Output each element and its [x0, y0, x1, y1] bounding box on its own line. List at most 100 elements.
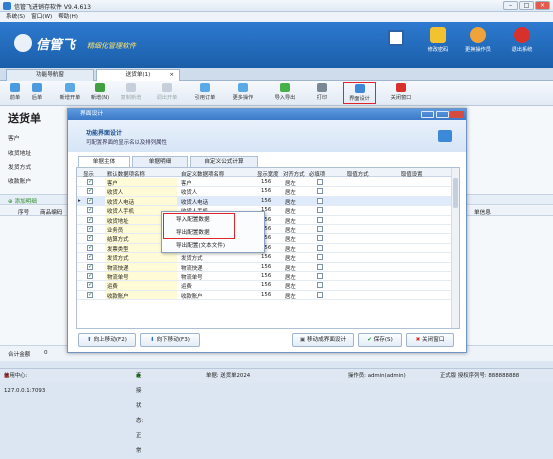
field-row[interactable]: ▸ 收货人电话 收货人电话 156 居左: [77, 196, 459, 207]
save-button[interactable]: ✔ 保存(S): [358, 333, 402, 347]
window-list-icon[interactable]: [388, 30, 404, 46]
call-out-button[interactable]: 调出开单: [152, 83, 182, 101]
move-up-button[interactable]: ⬆ 向上移动(F2): [78, 333, 136, 347]
new-order-button[interactable]: 新增开单: [56, 83, 84, 101]
required-checkbox[interactable]: [317, 263, 323, 270]
custom-name-cell[interactable]: 收货人: [181, 188, 197, 196]
field-row[interactable]: 物流单号 物流单号 156 居左: [77, 272, 459, 282]
tab-doc-detail[interactable]: 单据明细: [132, 156, 188, 167]
print-button[interactable]: 打印: [312, 83, 332, 101]
close-window-button[interactable]: 关闭窗口: [386, 83, 416, 101]
exit-system-button[interactable]: 退出系统: [504, 27, 540, 53]
reference-order-button[interactable]: 引用订单: [190, 83, 220, 101]
field-row[interactable]: 客户 客户 156 居左: [77, 178, 459, 188]
align-cell[interactable]: 居左: [285, 179, 296, 187]
align-cell[interactable]: 居左: [285, 273, 296, 281]
align-cell[interactable]: 居左: [285, 245, 296, 253]
dialog-close-window-button[interactable]: ✖ 关闭窗口: [406, 333, 454, 347]
field-row[interactable]: 运费 运费 156 居左: [77, 281, 459, 291]
new-button[interactable]: 新增(N): [86, 83, 114, 101]
width-cell[interactable]: 156: [261, 188, 271, 194]
custom-name-cell[interactable]: 客户: [181, 179, 192, 187]
custom-name-cell[interactable]: 物流快递: [181, 264, 203, 272]
field-row[interactable]: 收款账户 收款账户 156 居左: [77, 290, 459, 301]
interface-design-button[interactable]: 界面设计: [343, 82, 376, 104]
field-row[interactable]: 发票类型发票类型156居左: [77, 243, 459, 254]
tab-custom-formula[interactable]: 自定义公式计算: [190, 156, 258, 167]
field-row[interactable]: 收货人 收货人 156 居左: [77, 187, 459, 197]
width-cell[interactable]: 156: [261, 179, 271, 185]
align-cell[interactable]: 居左: [285, 292, 296, 300]
width-cell[interactable]: 156: [261, 198, 271, 204]
dialog-close-button[interactable]: [450, 111, 464, 118]
table-scrollbar[interactable]: [451, 168, 459, 328]
show-checkbox[interactable]: [87, 253, 93, 261]
align-cell[interactable]: 居左: [285, 207, 296, 215]
width-cell[interactable]: 156: [261, 254, 271, 260]
show-checkbox[interactable]: [87, 206, 93, 214]
required-checkbox[interactable]: [317, 282, 323, 289]
required-checkbox[interactable]: [317, 179, 323, 185]
custom-name-cell[interactable]: 运费: [181, 282, 192, 290]
add-detail-button[interactable]: ⊕ 添加明细: [8, 197, 37, 205]
required-checkbox[interactable]: [317, 291, 323, 298]
custom-name-cell[interactable]: 发货方式: [181, 254, 203, 262]
align-cell[interactable]: 居左: [285, 254, 296, 262]
width-cell[interactable]: 156: [261, 264, 271, 270]
tab-doc-main[interactable]: 单据主体: [78, 156, 130, 167]
custom-name-cell[interactable]: 收款账户: [181, 292, 203, 300]
show-checkbox[interactable]: [87, 272, 93, 279]
show-checkbox[interactable]: [87, 197, 93, 204]
show-checkbox[interactable]: [87, 281, 93, 289]
dialog-maximize-button[interactable]: [436, 111, 449, 118]
show-checkbox[interactable]: [87, 187, 93, 195]
change-operator-button[interactable]: 更换操作员: [460, 27, 496, 53]
menu-system[interactable]: 系统(S): [6, 12, 25, 22]
required-checkbox[interactable]: [317, 244, 323, 251]
prev-doc-button[interactable]: 前单: [6, 83, 24, 101]
align-cell[interactable]: 居左: [285, 264, 296, 272]
required-checkbox[interactable]: [317, 273, 323, 279]
align-cell[interactable]: 居左: [285, 198, 296, 206]
field-row[interactable]: 结算方式结算方式156居左: [77, 234, 459, 244]
tab-navigation[interactable]: 功能导航窗: [6, 69, 94, 81]
tab-delivery-note[interactable]: 送货单(1) ×: [96, 69, 180, 81]
field-row[interactable]: 收货地址收货地址156居左: [77, 215, 459, 225]
required-checkbox[interactable]: [317, 235, 323, 242]
align-cell[interactable]: 居左: [285, 188, 296, 196]
field-row[interactable]: 发货方式 发货方式 156 居左: [77, 253, 459, 263]
custom-name-cell[interactable]: 收货人电话: [181, 198, 208, 206]
dialog-minimize-button[interactable]: [421, 111, 434, 118]
close-button[interactable]: ×: [535, 1, 550, 10]
required-checkbox[interactable]: [317, 216, 323, 223]
align-cell[interactable]: 居左: [285, 226, 296, 234]
menu-help[interactable]: 帮助(H): [58, 12, 78, 22]
width-cell[interactable]: 156: [261, 273, 271, 279]
width-cell[interactable]: 156: [261, 282, 271, 288]
scrollbar-thumb[interactable]: [453, 178, 458, 208]
field-row[interactable]: 收货人手机收货人手机156居左: [77, 206, 459, 216]
required-checkbox[interactable]: [317, 197, 323, 204]
menu-export-text[interactable]: 导出配置(文本文件): [176, 241, 225, 249]
more-actions-button[interactable]: 更多操作: [228, 83, 258, 101]
menu-window[interactable]: 窗口(W): [31, 12, 52, 22]
show-checkbox[interactable]: [87, 234, 93, 242]
align-cell[interactable]: 居左: [285, 235, 296, 243]
show-checkbox[interactable]: [87, 178, 93, 185]
required-checkbox[interactable]: [317, 207, 323, 214]
show-checkbox[interactable]: [87, 263, 93, 270]
field-row[interactable]: 业务员业务员156居左: [77, 225, 459, 235]
align-cell[interactable]: 居左: [285, 282, 296, 290]
required-checkbox[interactable]: [317, 188, 323, 195]
show-checkbox[interactable]: [87, 225, 93, 232]
import-export-button[interactable]: 导入导出: [270, 83, 300, 101]
move-to-design-button[interactable]: ▣ 移动成界面设计: [292, 333, 354, 347]
field-row[interactable]: 物流快递 物流快递 156 居左: [77, 262, 459, 272]
show-checkbox[interactable]: [87, 216, 93, 223]
tab-close-icon[interactable]: ×: [169, 70, 174, 81]
move-down-button[interactable]: ⬇ 向下移动(F3): [140, 333, 200, 347]
required-checkbox[interactable]: [317, 254, 323, 261]
show-checkbox[interactable]: [87, 291, 93, 298]
maximize-button[interactable]: □: [519, 1, 534, 10]
custom-name-cell[interactable]: 物流单号: [181, 273, 203, 281]
